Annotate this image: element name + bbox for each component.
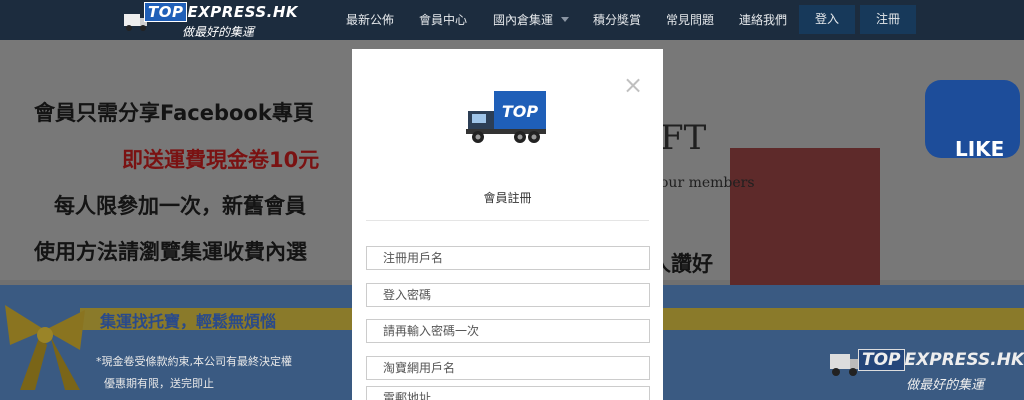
email-field[interactable] (366, 386, 650, 400)
truck-icon (830, 354, 859, 376)
logo-wordmark: TOP EXPRESS.HK (144, 2, 298, 22)
banner-line-4: 使用方法請瀏覽集運收費內選 (34, 240, 307, 264)
nav-item-points-rewards[interactable]: 積分獎賞 (593, 11, 641, 28)
banner-logo-wordmark: TOP EXPRESS.HK (858, 349, 1024, 371)
banner-strip-text: 集運找托寶，輕鬆無煩惱 (100, 312, 277, 331)
banner-line-1: 會員只需分享Facebook專頁 (34, 101, 314, 125)
logo-tagline: 做最好的集運 (182, 25, 255, 39)
gift-box-image (730, 148, 880, 298)
modal-title: 會員註冊 (483, 191, 532, 205)
banner-line-2: 即送運費現金卷10元 (122, 148, 320, 172)
register-button[interactable]: 注冊 (860, 5, 916, 34)
modal-logo-text: TOP (502, 102, 539, 121)
banner-logo-tagline: 做最好的集運 (906, 378, 985, 393)
nav-item-domestic-warehouse-label: 國內倉集運 (493, 13, 554, 27)
username-field[interactable] (366, 246, 650, 270)
nav-item-contact[interactable]: 連絡我們 (739, 11, 787, 28)
password-field[interactable] (366, 283, 650, 307)
nav-item-member-center[interactable]: 會員中心 (419, 11, 467, 28)
nav-item-domestic-warehouse[interactable]: 國內倉集運 (493, 11, 570, 28)
site-logo[interactable]: TOP EXPRESS.HK 做最好的集運 (124, 2, 298, 39)
confirm-password-field[interactable] (366, 319, 650, 343)
close-icon[interactable]: × (623, 73, 643, 97)
chevron-down-icon (561, 17, 570, 22)
truck-icon: TOP (466, 91, 546, 143)
banner-line-3: 每人限參加一次，新舊會員 (54, 194, 306, 218)
top-navbar: TOP EXPRESS.HK 做最好的集運 最新公佈 會員中心 國內倉集運 積分獎… (0, 0, 1024, 40)
login-button[interactable]: 登入 (799, 5, 855, 34)
gift-heading: FT (660, 118, 707, 158)
limited-offer-note: 優惠期有限，送完即止 (104, 377, 214, 390)
like-label: LIKE (955, 137, 1005, 161)
terms-note: *現金卷受條款約束,本公司有最終決定權 (96, 355, 292, 368)
nav-item-announcements[interactable]: 最新公佈 (346, 11, 394, 28)
nav-item-faq[interactable]: 常見問題 (666, 11, 714, 28)
gift-subheading: our members (660, 175, 755, 191)
modal-divider (366, 220, 649, 221)
register-modal: × TOP 會員註冊 (352, 49, 663, 400)
taobao-username-field[interactable] (366, 356, 650, 380)
ribbon-bow-icon (5, 305, 85, 390)
